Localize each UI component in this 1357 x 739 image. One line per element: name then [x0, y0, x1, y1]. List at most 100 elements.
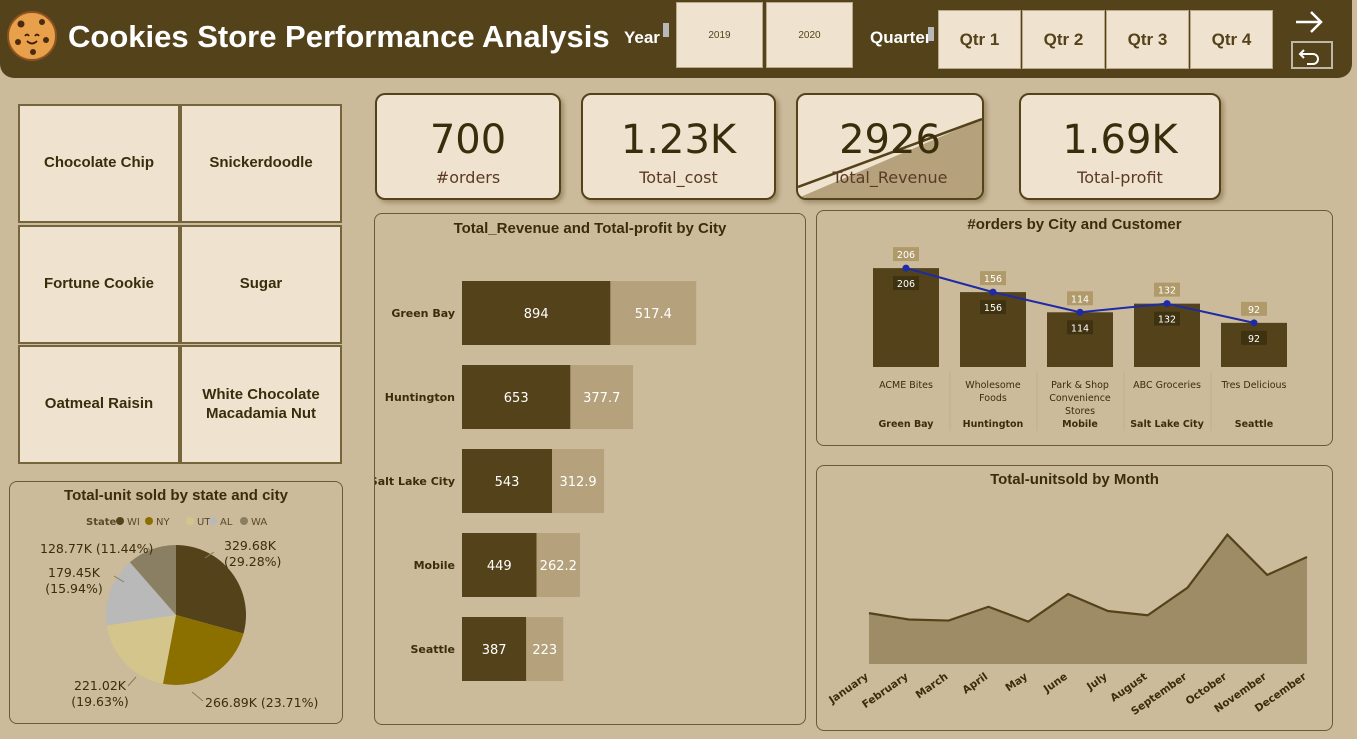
orders-line-point [1250, 319, 1258, 327]
kpi-value: 700 [429, 117, 507, 163]
pie-label-leader [191, 691, 204, 702]
kpi-value: 1.69K [1062, 117, 1178, 163]
bar-category-label: Seattle [410, 643, 455, 656]
bar-chart-revenue-profit: Green Bay 894 517.4 Huntington 653 377.7 Salt … [375, 281, 697, 681]
column-chart-orders: 206 ACME Bites Green Bay 156 Wholesome Foods H… [873, 247, 1287, 431]
kpi-label: Total_cost [639, 168, 718, 187]
kpi-label: Total_Revenue [832, 168, 948, 187]
pie-data-label: 128.77K (11.44%) [40, 541, 153, 556]
area-chart-unitsold: JanuaryFebruary March April May June JulyAugu… [826, 533, 1309, 718]
pie-legend-label: AL [220, 517, 233, 528]
orders-line-data-label: 114 [1071, 294, 1089, 305]
orders-bar-data-label: 114 [1071, 323, 1089, 334]
orders-line-point [989, 288, 997, 296]
city-axis-label: Seattle [1235, 419, 1273, 430]
bar-revenue-data-label: 449 [487, 559, 512, 574]
area-fill [869, 534, 1307, 664]
orders-line-data-label: 92 [1248, 305, 1260, 316]
pie-data-label: 221.02K (19.63%) [71, 678, 128, 709]
bar-profit-data-label: 262.2 [540, 559, 577, 574]
kpi-card-orders: 700 #orders [375, 93, 561, 200]
bar-profit-data-label: 223 [532, 643, 557, 658]
pie-legend-marker [116, 517, 124, 525]
product-tile-fortune-cookie[interactable]: Fortune Cookie [18, 225, 180, 344]
year-slicer-label: Year [624, 28, 660, 47]
pie-legend-title: State [86, 517, 117, 528]
city-axis-label: Huntington [963, 419, 1024, 430]
arrow-right-icon[interactable] [1294, 8, 1324, 36]
page-title: Cookies Store Performance Analysis [68, 19, 610, 54]
bar-category-label: Green Bay [391, 307, 455, 320]
orders-bar [1221, 322, 1287, 367]
city-axis-label: Salt Lake City [1130, 419, 1204, 430]
orders-line-data-label: 206 [897, 250, 915, 261]
quarter-button-q2[interactable]: Qtr 2 [1022, 10, 1105, 69]
product-tile-white-chocolate-macadamia[interactable]: White Chocolate Macadamia Nut [180, 345, 342, 464]
product-tile-snickerdoodle[interactable]: Snickerdoodle [180, 104, 342, 223]
pie-label-leader [127, 676, 137, 687]
bar-revenue-data-label: 653 [504, 391, 529, 406]
product-tile-chocolate-chip[interactable]: Chocolate Chip [18, 104, 180, 223]
kpi-value: 1.23K [620, 117, 737, 163]
pie-legend-label: UT [197, 517, 211, 528]
orders-line-point [1076, 308, 1084, 316]
pie-data-label: 179.45K (15.94%) [45, 565, 102, 596]
bar-revenue-data-label: 894 [524, 307, 549, 322]
orders-line-data-label: 132 [1158, 286, 1176, 297]
city-axis-label: Mobile [1062, 419, 1098, 430]
quarter-button-q3[interactable]: Qtr 3 [1106, 10, 1189, 69]
panel-unit-sold-by-state: Total-unit sold by state and city State W… [9, 481, 343, 724]
customer-axis-label: Wholesome Foods [965, 380, 1021, 404]
bar-profit-data-label: 377.7 [583, 391, 620, 406]
pie-legend-marker [186, 517, 194, 525]
month-axis-label: March [914, 671, 951, 702]
panel-orders-by-city-customer: #orders by City and Customer 206 ACME Bit… [816, 210, 1333, 446]
bar-profit-data-label: 312.9 [559, 475, 596, 490]
month-axis-label: July [1084, 671, 1110, 694]
cookie-logo-icon [7, 11, 57, 61]
orders-line-point [1163, 300, 1171, 308]
quarter-button-q4[interactable]: Qtr 4 [1190, 10, 1273, 69]
kpi-label: Total-profit [1077, 168, 1163, 187]
back-reset-icon[interactable] [1291, 41, 1333, 69]
city-axis-label: Green Bay [879, 419, 935, 430]
orders-bar-data-label: 206 [897, 279, 915, 290]
pie-chart-state: State WI NY UT AL WA 329.68K (29.28%) 266.89K (2… [40, 517, 318, 710]
bar-category-label: Mobile [414, 559, 455, 572]
year-button-2019[interactable]: 2019 [676, 2, 763, 68]
orders-line-point [902, 264, 910, 272]
kpi-label: #orders [435, 168, 501, 187]
bar-category-label: Salt Lake City [375, 475, 455, 488]
pie-legend-marker [145, 517, 153, 525]
orders-line-data-label: 156 [984, 274, 1002, 285]
customer-axis-label: Park & Shop Convenience Stores [1049, 380, 1111, 417]
month-axis-label: April [960, 671, 990, 697]
year-button-2020[interactable]: 2020 [766, 2, 853, 68]
header-bar: Cookies Store Performance Analysis Year … [0, 0, 1352, 78]
bar-profit-data-label: 517.4 [635, 307, 672, 322]
pie-legend-marker [209, 517, 217, 525]
pie-data-label: 266.89K (23.71%) [205, 695, 318, 710]
product-tile-oatmeal-raisin[interactable]: Oatmeal Raisin [18, 345, 180, 464]
panel-revenue-profit-by-city: Total_Revenue and Total-profit by City G… [374, 213, 806, 725]
quarter-slicer-marker [928, 27, 934, 41]
pie-data-label: 329.68K (29.28%) [224, 538, 281, 569]
product-tile-sugar[interactable]: Sugar [180, 225, 342, 344]
kpi-card-total-cost: 1.23K Total_cost [581, 93, 776, 200]
quarter-button-q1[interactable]: Qtr 1 [938, 10, 1021, 69]
customer-axis-label: ACME Bites [879, 380, 933, 391]
bar-category-label: Huntington [385, 391, 455, 404]
quarter-slicer-label: Quarter [870, 28, 932, 47]
month-axis-label: May [1003, 671, 1030, 695]
customer-axis-label: Tres Delicious [1220, 380, 1286, 391]
month-axis-label: June [1041, 671, 1070, 696]
pie-legend-marker [240, 517, 248, 525]
panel-unitsold-by-month: Total-unitsold by Month January February M… [816, 465, 1333, 731]
orders-bar-data-label: 156 [984, 303, 1002, 314]
year-slicer-marker [663, 23, 669, 37]
kpi-value: 2926 [839, 117, 941, 163]
pie-legend-label: NY [156, 517, 170, 528]
orders-bar-data-label: 92 [1248, 334, 1260, 345]
pie-legend-label: WA [251, 517, 267, 528]
bar-revenue-data-label: 387 [482, 643, 507, 658]
